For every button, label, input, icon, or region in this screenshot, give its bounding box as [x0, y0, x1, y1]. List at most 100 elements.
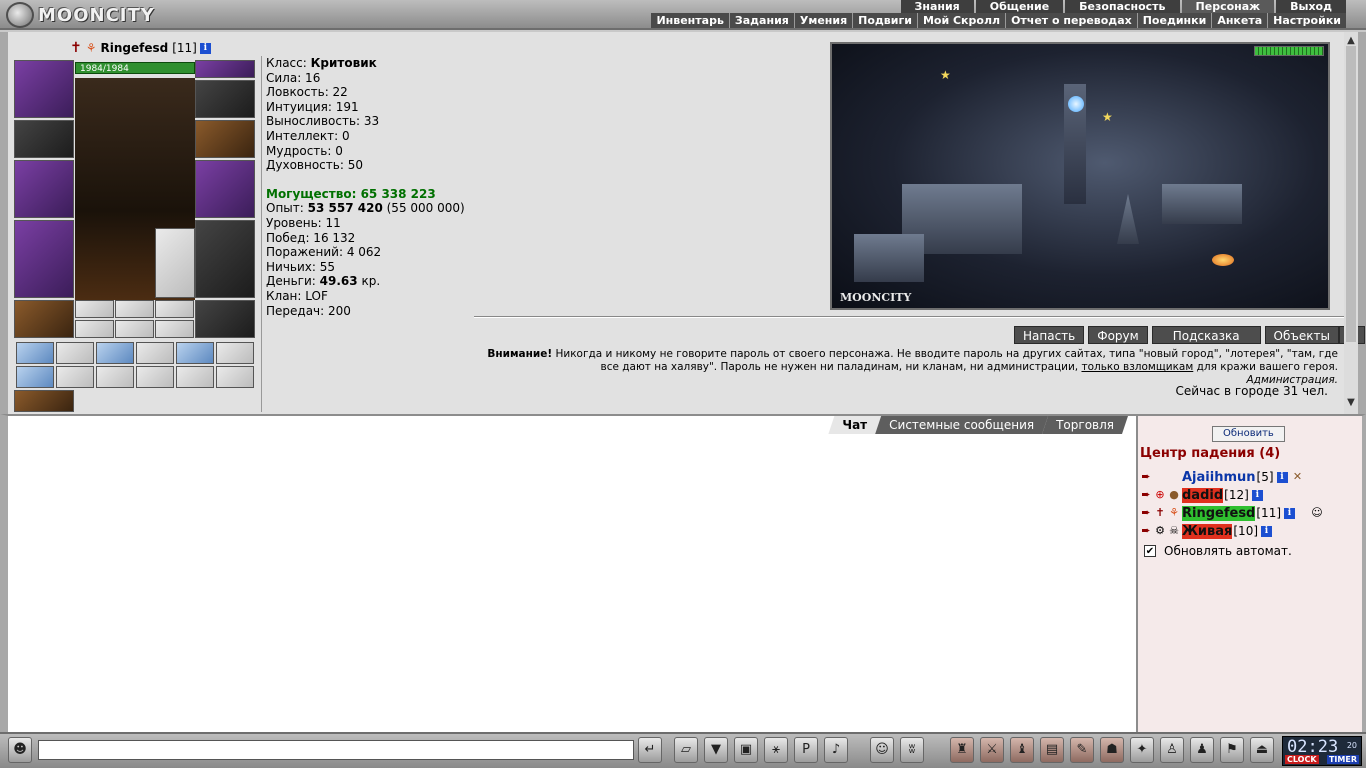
person-add-icon[interactable]: ☺: [1311, 507, 1323, 519]
scroll-thumb[interactable]: [1346, 46, 1356, 342]
nav-duels[interactable]: Поединки: [1136, 13, 1212, 28]
tab-chat[interactable]: Чат: [828, 416, 881, 434]
scroll-down-icon[interactable]: ▼: [1344, 396, 1358, 410]
nav-settings[interactable]: Настройки: [1267, 13, 1346, 28]
tab-system-messages[interactable]: Системные сообщения: [875, 416, 1048, 434]
objects-button[interactable]: Объекты: [1264, 326, 1339, 344]
scroll-slot[interactable]: [136, 366, 174, 388]
tab-trade[interactable]: Торговля: [1042, 416, 1128, 434]
timer-button[interactable]: TIMER: [1326, 755, 1359, 764]
vertical-scrollbar[interactable]: ▲ ▼: [1344, 32, 1358, 414]
send-icon[interactable]: ↵: [638, 737, 662, 763]
pet-owl-slot[interactable]: [155, 228, 195, 298]
scroll-slot[interactable]: [216, 366, 254, 388]
speaker-icon[interactable]: ☻: [8, 737, 32, 763]
nav-exit[interactable]: Выход: [1276, 0, 1346, 13]
scroll-slot[interactable]: [216, 342, 254, 364]
nav-profile[interactable]: Анкета: [1211, 13, 1267, 28]
scroll-slot[interactable]: [176, 366, 214, 388]
bracer-slot[interactable]: [14, 120, 74, 158]
hackers-link[interactable]: только взломщикам: [1081, 361, 1193, 373]
forum-button[interactable]: Форум: [1088, 326, 1148, 344]
nav-inventory[interactable]: Инвентарь: [651, 13, 728, 28]
chat-area[interactable]: Чат Системные сообщения Торговля: [0, 414, 1136, 732]
scroll-slot[interactable]: [176, 342, 214, 364]
private-filter-icon[interactable]: P: [794, 737, 818, 763]
scroll-slot[interactable]: [96, 366, 134, 388]
scroll-slot[interactable]: [96, 342, 134, 364]
rune-slot[interactable]: [75, 300, 114, 318]
clock-button[interactable]: CLOCK: [1285, 755, 1319, 764]
nav-my-scroll[interactable]: Мой Скролл: [916, 13, 1005, 28]
armor-slot[interactable]: [14, 220, 74, 298]
scroll-slot[interactable]: [16, 342, 54, 364]
sound-icon[interactable]: ♪: [824, 737, 848, 763]
info-icon[interactable]: i: [1261, 525, 1273, 537]
rings-slot[interactable]: [195, 80, 255, 118]
crossbow-slot[interactable]: [14, 390, 74, 412]
exit-icon[interactable]: ⏏: [1250, 737, 1274, 763]
nav-security[interactable]: Безопасность: [1065, 0, 1180, 13]
left-building[interactable]: [854, 234, 924, 282]
scroll-slot[interactable]: [56, 342, 94, 364]
legs-slot[interactable]: [195, 220, 255, 298]
scroll-slot[interactable]: [16, 366, 54, 388]
chest-icon[interactable]: ▤: [1040, 737, 1064, 763]
earring-slot[interactable]: [195, 60, 255, 78]
chat-input[interactable]: [38, 740, 634, 760]
info-icon[interactable]: i: [199, 42, 211, 54]
helmet-slot[interactable]: [14, 60, 74, 118]
rune-slot[interactable]: [75, 320, 114, 338]
translit-icon[interactable]: ʬ: [900, 737, 924, 763]
rune-slot[interactable]: [115, 300, 154, 318]
private-icon[interactable]: ➨: [1140, 525, 1152, 537]
user-name[interactable]: Ajaiihmun: [1182, 470, 1256, 485]
right-weapon-slot[interactable]: [195, 160, 255, 218]
rune-slot[interactable]: [155, 300, 194, 318]
scroll-slot[interactable]: [56, 366, 94, 388]
save-icon[interactable]: ▣: [734, 737, 758, 763]
city-scene[interactable]: ★ ★ MOONCITY: [830, 42, 1330, 310]
money-bag-icon[interactable]: ♝: [1010, 737, 1034, 763]
scroll-slot[interactable]: [136, 342, 174, 364]
user-row[interactable]: ➨ ⚙ ☠ Живая [10] i: [1140, 522, 1273, 540]
scroll-icon[interactable]: ✎: [1070, 737, 1094, 763]
attack-button[interactable]: Напасть: [1014, 326, 1085, 344]
group-icon[interactable]: ♙: [1160, 737, 1184, 763]
left-weapon-slot[interactable]: [14, 160, 74, 218]
nav-quests[interactable]: Задания: [728, 13, 794, 28]
auto-refresh-option[interactable]: ✔ Обновлять автомат.: [1144, 544, 1292, 558]
rune-slot[interactable]: [155, 320, 194, 338]
private-icon[interactable]: ➨: [1140, 471, 1152, 483]
crystal-building[interactable]: [1117, 194, 1139, 244]
user-row[interactable]: ➨ ✝ ⚘ Ringefesd [11] i ☺: [1140, 504, 1325, 522]
gloves-slot[interactable]: [195, 120, 255, 158]
nav-communication[interactable]: Общение: [975, 0, 1064, 13]
auto-refresh-checkbox[interactable]: ✔: [1144, 545, 1156, 557]
flag-icon[interactable]: ⚑: [1220, 737, 1244, 763]
friends-icon[interactable]: ♟: [1190, 737, 1214, 763]
refresh-button[interactable]: Обновить: [1212, 426, 1285, 442]
bag-icon[interactable]: ♜: [950, 737, 974, 763]
eraser-icon[interactable]: ▱: [674, 737, 698, 763]
user-row[interactable]: ➨ ⊕ ● dadid [12] i: [1140, 486, 1263, 504]
nav-skills[interactable]: Умения: [793, 13, 852, 28]
info-icon[interactable]: i: [1276, 471, 1288, 483]
mask-icon[interactable]: ☗: [1100, 737, 1124, 763]
nav-character[interactable]: Персонаж: [1181, 0, 1275, 13]
filter-icon[interactable]: ▼: [704, 737, 728, 763]
logo[interactable]: MOONCITY: [6, 2, 155, 28]
user-name[interactable]: Живая: [1182, 523, 1233, 539]
user-row[interactable]: ➨ Ajaiihmun [5] i ✕: [1140, 468, 1306, 486]
info-icon[interactable]: i: [1251, 489, 1263, 501]
walk-icon[interactable]: ⚹: [764, 737, 788, 763]
sword-icon[interactable]: ⚔: [980, 737, 1004, 763]
user-name[interactable]: dadid: [1182, 487, 1224, 503]
hint-button[interactable]: Подсказка: [1151, 326, 1261, 344]
compass-icon[interactable]: ✦: [1130, 737, 1154, 763]
private-icon[interactable]: ➨: [1140, 489, 1152, 501]
info-icon[interactable]: i: [1284, 507, 1296, 519]
belt-slot[interactable]: [14, 300, 74, 338]
nav-feats[interactable]: Подвиги: [852, 13, 917, 28]
arch-building[interactable]: [1162, 184, 1242, 224]
